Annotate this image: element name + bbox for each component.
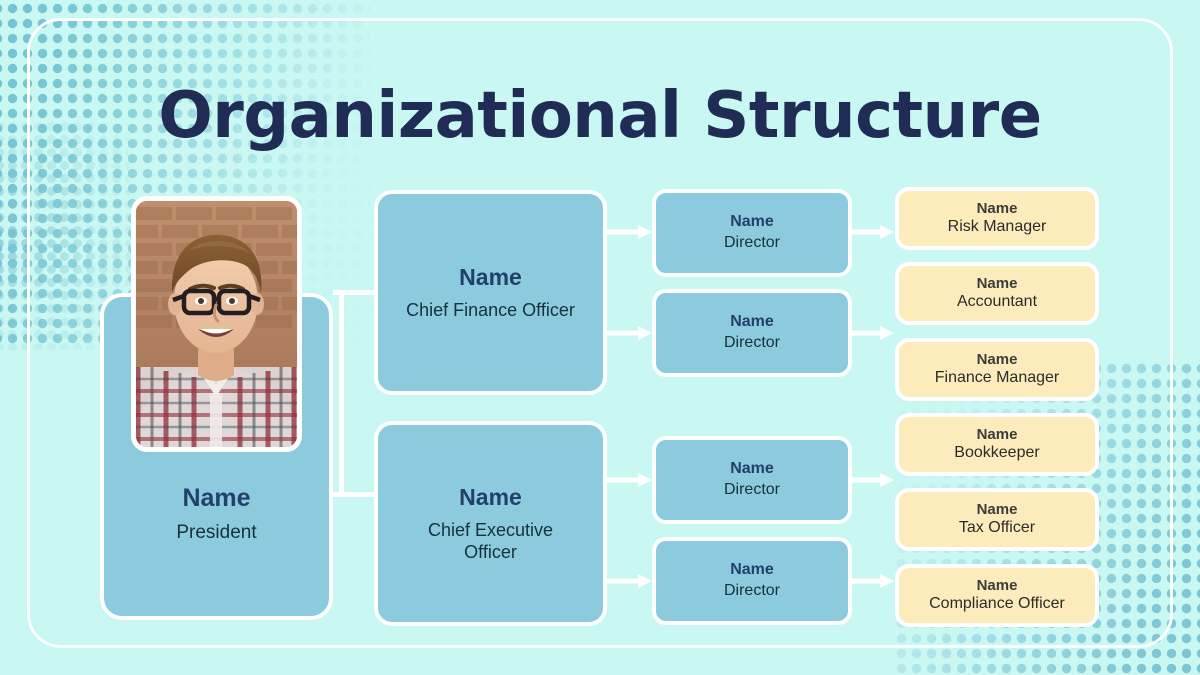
president-photo-image <box>136 201 297 447</box>
officer-card-ceo[interactable]: Name Chief Executive Officer <box>374 421 607 626</box>
officer-name: Name <box>459 484 522 511</box>
president-avatar <box>131 196 302 452</box>
role-card-bookkeeper[interactable]: Name Bookkeeper <box>895 413 1099 476</box>
connector-vertical-trunk <box>339 290 344 497</box>
role-card-name: Name <box>976 500 1018 518</box>
director-role: Director <box>723 480 780 498</box>
role-card-name: Name <box>976 576 1018 594</box>
director-card[interactable]: Name Director <box>652 289 852 377</box>
officer-role: Chief Finance Officer <box>406 300 575 321</box>
role-card-accountant[interactable]: Name Accountant <box>895 262 1099 325</box>
connector-president-to-cfo <box>333 290 375 295</box>
arrow-director-2-to-roles <box>851 326 894 340</box>
arrow-ceo-to-director-3 <box>607 473 652 487</box>
role-card-title: Bookkeeper <box>954 444 1040 462</box>
director-card[interactable]: Name Director <box>652 537 852 625</box>
director-card[interactable]: Name Director <box>652 436 852 524</box>
officer-name: Name <box>459 263 522 290</box>
director-role: Director <box>723 233 780 251</box>
director-role: Director <box>723 581 780 599</box>
arrow-director-1-to-roles <box>851 225 894 239</box>
arrow-ceo-to-director-4 <box>607 574 652 588</box>
role-card-risk-manager[interactable]: Name Risk Manager <box>895 187 1099 250</box>
slide-canvas: Organizational Structure Name President … <box>0 0 1200 675</box>
role-card-name: Name <box>976 350 1018 368</box>
role-card-name: Name <box>976 425 1018 443</box>
role-card-name: Name <box>976 199 1018 217</box>
director-name: Name <box>730 313 774 331</box>
role-card-compliance-officer[interactable]: Name Compliance Officer <box>895 564 1099 627</box>
role-card-title: Tax Officer <box>958 519 1036 537</box>
connector-president-to-ceo <box>333 492 375 497</box>
director-name: Name <box>730 460 774 478</box>
officer-role: Chief Executive Officer <box>427 520 554 562</box>
arrow-director-4-to-roles <box>851 574 894 588</box>
role-card-title: Finance Manager <box>934 369 1060 387</box>
officer-card-cfo[interactable]: Name Chief Finance Officer <box>374 190 607 395</box>
arrow-director-3-to-roles <box>851 473 894 487</box>
director-card[interactable]: Name Director <box>652 189 852 277</box>
role-card-title: Accountant <box>956 293 1038 311</box>
role-card-title: Risk Manager <box>947 218 1047 236</box>
role-card-name: Name <box>976 274 1018 292</box>
page-title: Organizational Structure <box>158 79 1042 153</box>
arrow-cfo-to-director-1 <box>607 225 652 239</box>
arrow-cfo-to-director-2 <box>607 326 652 340</box>
director-name: Name <box>730 561 774 579</box>
director-role: Director <box>723 333 780 351</box>
director-name: Name <box>730 213 774 231</box>
role-card-tax-officer[interactable]: Name Tax Officer <box>895 488 1099 551</box>
president-name: Name <box>182 483 251 512</box>
role-card-title: Compliance Officer <box>929 595 1065 613</box>
role-card-finance-manager[interactable]: Name Finance Manager <box>895 338 1099 401</box>
president-role: President <box>176 521 257 543</box>
